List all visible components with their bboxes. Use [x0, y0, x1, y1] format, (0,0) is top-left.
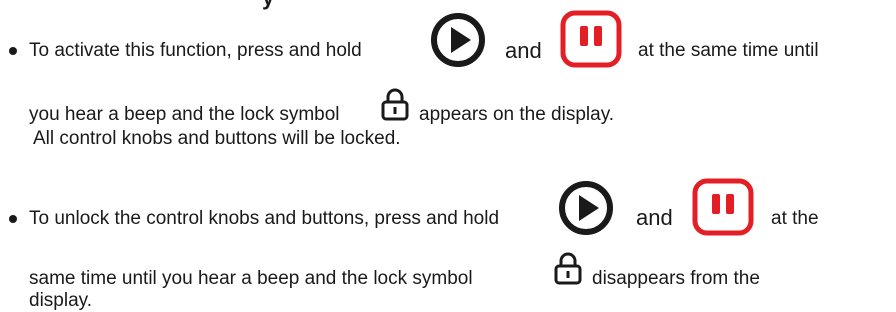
bullet-dot	[9, 47, 17, 55]
item1-line1-prefix: To activate this function, press and hol…	[29, 40, 362, 61]
play-button-icon	[559, 181, 613, 235]
pause-button-icon	[692, 178, 754, 236]
item1-line2-suffix: appears on the display.	[419, 104, 615, 125]
lock-icon	[554, 252, 582, 285]
item2-line3: display.	[29, 290, 93, 311]
item1-and: and	[505, 38, 542, 63]
instruction-section: y To activate this function, press and h…	[0, 0, 896, 312]
item2-line2-suffix: disappears from the	[592, 268, 760, 289]
bullet-dot	[9, 215, 17, 223]
lock-icon	[381, 88, 409, 121]
item2-line1-prefix: To unlock the control knobs and buttons,…	[29, 208, 500, 229]
item1-line2-prefix: you hear a beep and the lock symbol	[29, 104, 340, 125]
item1-line1-suffix: at the same time until	[638, 40, 819, 61]
item2-line2-prefix: same time until you hear a beep and the …	[29, 268, 473, 289]
pause-button-icon	[560, 10, 622, 68]
item2-line1-suffix: at the	[771, 208, 819, 229]
item1-line3: All control knobs and buttons will be lo…	[33, 128, 401, 149]
cropped-heading-text: y	[262, 0, 274, 11]
item2-and: and	[636, 205, 673, 230]
play-button-icon	[431, 13, 485, 67]
